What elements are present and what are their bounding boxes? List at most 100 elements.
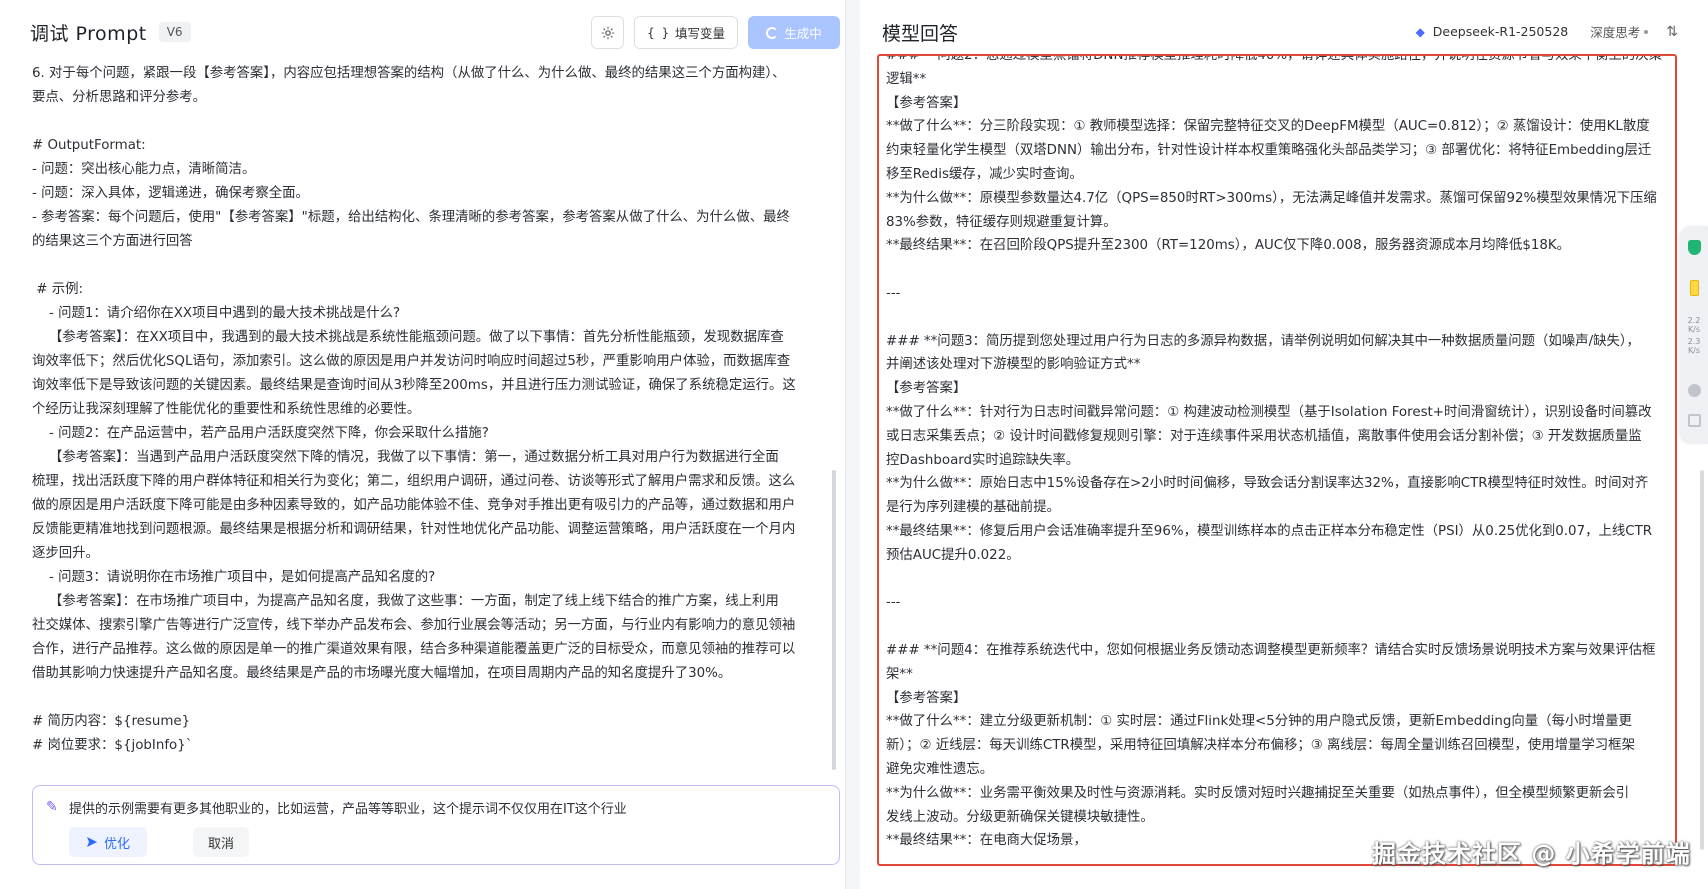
prompt-line: 询效率低下是导致该问题的关键因素。最终结果是查询时间从3秒降至200ms，并且进… — [32, 378, 796, 393]
prompt-line: - 问题2：在产品运营中，若产品用户活跃度突然下降，你会采取什么措施? — [32, 426, 489, 441]
prompt-editor[interactable]: 6. 对于每个问题，紧跟一段【参考答案】，内容应包括理想答案的结构（从做了什么、… — [32, 62, 832, 780]
download-unit: K/s — [1687, 346, 1701, 355]
fill-variables-label: 填写变量 — [674, 26, 725, 41]
answer-line: **做了什么**：建立分级更新机制：① 实时层：通过Flink处理<5分钟的用户… — [886, 714, 1632, 730]
answer-line: **为什么做**：业务需平衡效果及时性与资源消耗。实时反馈对短时兴趣捕捉至关重要… — [886, 785, 1630, 801]
chart-icon[interactable] — [1688, 414, 1701, 427]
answer-line: ### **问题3：简历提到您处理过用户行为日志的多源异构数据，请举例说明如何解… — [886, 333, 1640, 349]
answer-line: 约束轻量化学生模型（双塔DNN）输出分布，针对性设计样本权重策略强化头部品类学习… — [886, 143, 1652, 159]
answer-line: 架** — [886, 666, 913, 682]
answer-line: ### **问题2：您通过模型蒸馏将DNN推荐模型推理耗时降低40%，请详述具体… — [886, 54, 1663, 63]
battery-icon — [1690, 280, 1699, 296]
deepseek-logo-icon: ◆ — [1415, 24, 1425, 39]
answer-line: 或日志采集丢点；② 设计时间戳修复规则引擎：对于连续事件采用状态机插值，离散事件… — [886, 428, 1642, 444]
sparkle-settings-icon — [601, 26, 614, 39]
answer-line: 逻辑** — [886, 71, 927, 87]
prompt-line: - 问题：深入具体，逻辑递进，确保考察全面。 — [32, 186, 309, 201]
answer-line — [886, 306, 1675, 330]
floating-side-widget[interactable]: 2.2 K/s 2.3 K/s — [1680, 226, 1708, 444]
app-root: 调试 Prompt V6 { } 填写变量 生成中 6. 对于每个问题，紧跟一段… — [0, 0, 1708, 889]
settings-button[interactable] — [591, 16, 625, 49]
prompt-panel: 调试 Prompt V6 { } 填写变量 生成中 6. 对于每个问题，紧跟一段… — [0, 0, 846, 889]
prompt-line: # OutputFormat: — [32, 138, 146, 153]
prompt-line: 的结果这三个方面进行回答 — [32, 234, 193, 249]
prompt-line: 社交媒体、搜索引擎广告等进行广泛宣传，线下举办产品发布会、参加行业展会等活动；另… — [32, 618, 796, 633]
answer-line: 【参考答案】 — [886, 95, 967, 111]
answer-line — [886, 568, 1675, 592]
loading-spinner-icon — [766, 26, 779, 39]
answer-line: 是行为序列建模的基础前提。 — [886, 500, 1061, 516]
version-badge: V6 — [158, 22, 191, 42]
optimize-label: 优化 — [103, 836, 130, 852]
prompt-line — [32, 686, 832, 710]
prompt-line: 做的原因是用户活跃度下降可能是由多种因素导致的，如产品功能体验不佳、竞争对手推出… — [32, 498, 796, 513]
model-selector[interactable]: ◆ Deepseek-R1-250528 深度思考 ⇅ — [1416, 22, 1678, 41]
status-dot-icon — [1644, 29, 1649, 34]
model-name: Deepseek-R1-250528 — [1432, 24, 1569, 39]
answer-line: **做了什么**：针对行为日志时间戳异常问题：① 构建波动检测模型（基于Isol… — [886, 404, 1652, 420]
answer-line: 避免灾难性遗忘。 — [886, 761, 994, 777]
optimize-button[interactable]: 优化 — [69, 827, 147, 857]
answer-line: ### **问题4：在推荐系统迭代中，您如何根据业务反馈动态调整模型更新频率？请… — [886, 642, 1656, 658]
prompt-line: - 问题1：请介绍你在XX项目中遇到的最大技术挑战是什么? — [32, 306, 401, 321]
tune-icon[interactable]: ⇅ — [1666, 24, 1678, 40]
prompt-line: 【参考答案】：当遇到产品用户活跃度突然下降的情况，我做了以下事情：第一，通过数据… — [32, 450, 779, 465]
send-icon — [86, 837, 97, 847]
magic-wand-icon: ✎ — [46, 799, 58, 815]
answer-line: 控Dashboard实时追踪缺失率。 — [886, 452, 1080, 468]
answer-line: **做了什么**：分三阶段实现：① 教师模型选择：保留完整特征交叉的DeepFM… — [886, 119, 1650, 135]
download-speed: 2.3 — [1687, 337, 1701, 346]
answer-line: 新）；② 近线层：每天训练CTR模型，采用特征回填解决样本分布偏移；③ 离线层：… — [886, 738, 1635, 754]
prompt-line: # 岗位要求：${jobInfo}` — [32, 738, 193, 753]
clean-icon[interactable] — [1688, 384, 1701, 397]
answer-line: 【参考答案】 — [886, 690, 967, 706]
answer-title: 模型回答 — [882, 22, 959, 45]
prompt-line — [32, 254, 832, 278]
generate-button[interactable]: 生成中 — [748, 16, 840, 49]
prompt-line: - 问题：突出核心能力点，清晰简洁。 — [32, 162, 256, 177]
answer-line: **最终结果**：在召回阶段QPS提升至2300（RT=120ms），AUC仅下… — [886, 238, 1571, 254]
optimize-suggestion-box: ✎ 提供的示例需要有更多其他职业的，比如运营，产品等等职业，这个提示词不仅仅用在… — [32, 785, 840, 865]
prompt-line: 逐步回升。 — [32, 546, 99, 561]
cancel-label: 取消 — [207, 836, 234, 852]
prompt-toolbar: { } 填写变量 生成中 — [591, 16, 840, 49]
answer-line: --- — [886, 285, 901, 301]
fill-variables-button[interactable]: { } 填写变量 — [634, 16, 738, 49]
deep-thinking-toggle[interactable]: 深度思考 — [1576, 22, 1649, 41]
answer-line: **最终结果**：修复后用户会话准确率提升至96%，模型训练样本的点击正样本分布… — [886, 523, 1653, 539]
prompt-header: 调试 Prompt V6 { } 填写变量 生成中 — [0, 0, 846, 64]
shield-icon[interactable] — [1688, 240, 1701, 255]
prompt-scrollbar[interactable] — [832, 470, 836, 770]
upload-unit: K/s — [1687, 325, 1701, 334]
answer-content-highlight: ### **问题2：您通过模型蒸馏将DNN推荐模型推理耗时降低40%，请详述具体… — [877, 54, 1677, 866]
prompt-line — [32, 110, 832, 134]
braces-icon: { } — [647, 25, 669, 40]
prompt-line: 借助其影响力快速提升产品知名度。最终结果是产品的市场曝光度大幅增加，在项目周期内… — [32, 666, 732, 681]
prompt-line: 个经历让我深刻理解了性能优化的重要性和系统性思维的必要性。 — [32, 402, 421, 417]
answer-scrollbar[interactable] — [1700, 470, 1704, 850]
prompt-line: 询效率低下；然后优化SQL语句，添加索引。这么做的原因是用户并发访问时响应时间超… — [32, 354, 791, 369]
answer-line: 发线上波动。分级更新确保关键模块敏捷性。 — [886, 809, 1154, 825]
prompt-line: - 参考答案：每个问题后，使用"【参考答案】"标题，给出结构化、条理清晰的参考答… — [32, 210, 790, 225]
prompt-line: 要点、分析思路和评分参考。 — [32, 90, 207, 105]
prompt-line: - 问题3：请说明你在市场推广项目中，是如何提高产品知名度的? — [32, 570, 436, 585]
answer-content: ### **问题2：您通过模型蒸馏将DNN推荐模型推理耗时降低40%，请详述具体… — [886, 54, 1675, 853]
network-speed: 2.2 K/s 2.3 K/s — [1681, 316, 1707, 355]
prompt-line: # 简历内容：${resume} — [32, 714, 191, 729]
answer-line: **为什么做**：原始日志中15%设备存在>2小时时间偏移，导致会话分割误率达3… — [886, 476, 1649, 492]
prompt-line: 6. 对于每个问题，紧跟一段【参考答案】，内容应包括理想答案的结构（从做了什么、… — [32, 66, 786, 81]
answer-line: 移至Redis缓存，减少实时查询。 — [886, 166, 1083, 182]
answer-line: 【参考答案】 — [886, 381, 967, 397]
page-title: 调试 Prompt — [30, 22, 147, 45]
answer-line: --- — [886, 595, 901, 611]
deep-thinking-label: 深度思考 — [1590, 25, 1641, 40]
prompt-line: 反馈能更精准地找到问题根源。最终结果是根据分析和调研结果，针对性地优化产品功能、… — [32, 522, 796, 537]
prompt-line: 【参考答案】：在XX项目中，我遇到的最大技术挑战是系统性能瓶颈问题。做了以下事情… — [32, 330, 784, 345]
prompt-line: 梳理，找出活跃度下降的用户群体特征和相关行为变化；第二，组织用户调研，通过问卷、… — [32, 474, 796, 489]
answer-line: 预估AUC提升0.022。 — [886, 547, 1020, 563]
answer-panel: 模型回答 ◆ Deepseek-R1-250528 深度思考 ⇅ ### **问… — [860, 0, 1708, 889]
suggestion-input[interactable]: 提供的示例需要有更多其他职业的，比如运营，产品等等职业，这个提示词不仅仅用在IT… — [69, 798, 627, 817]
answer-line — [886, 258, 1675, 282]
prompt-line: 【参考答案】：在市场推广项目中，为提高产品知名度，我做了这些事：一方面，制定了线… — [32, 594, 779, 609]
cancel-button[interactable]: 取消 — [193, 827, 249, 857]
